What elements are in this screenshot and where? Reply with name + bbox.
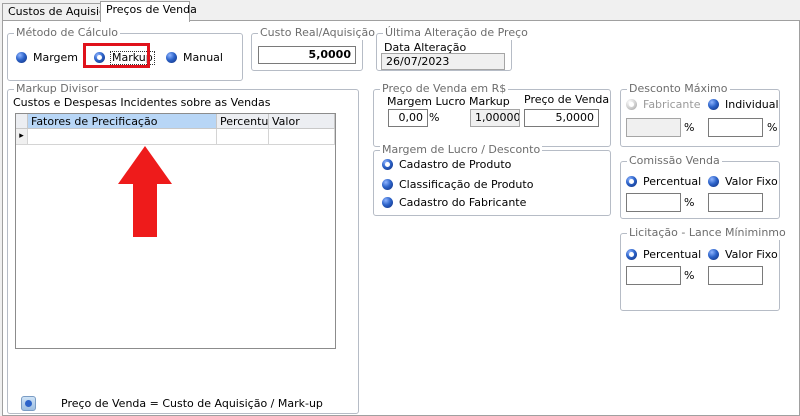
margem-desconto-title: Margem de Lucro / Desconto [380,143,543,157]
radio-cadastro-fabricante[interactable] [382,197,393,208]
tab-strip: Custos de Aquisição Preços de Venda [0,0,800,22]
column-header-percentual[interactable]: Percentual [217,114,269,129]
margem-lucro-field[interactable]: 0,00 [388,109,428,127]
comissao-percentual-field[interactable] [626,193,681,212]
grid-cell-percentual[interactable] [217,129,269,145]
radio-licitacao-percentual[interactable] [626,249,637,260]
markup-divisor-subtitle: Custos e Despesas Incidentes sobre as Ve… [13,96,271,109]
preco-venda-field[interactable]: 5,0000 [524,109,599,127]
radio-margem[interactable] [16,52,27,63]
highlight-box [83,43,150,68]
licitacao-percent-unit: % [684,269,695,282]
radio-manual[interactable] [166,52,177,63]
radio-fabricante[interactable] [626,99,637,110]
markup-field: 1,000000 [470,109,520,127]
licitacao-title: Licitação - Lance Míniminmo [627,226,788,240]
grid-cell-fatores[interactable] [28,129,217,145]
desconto-maximo-title: Desconto Máximo [627,82,730,96]
markup-label: Markup [469,95,510,108]
data-alteracao-field: 26/07/2023 [381,53,505,70]
desconto-fabricante-field [626,118,681,137]
radio-classificacao-produto-label: Classificação de Produto [399,178,534,191]
column-header-valor[interactable]: Valor [269,114,335,129]
radio-cadastro-produto[interactable] [382,159,393,170]
preco-venda-title: Preço de Venda em R$ [380,82,509,96]
radio-classificacao-produto[interactable] [382,179,393,190]
desconto-fabricante-unit: % [684,121,695,134]
radio-cadastro-fabricante-label: Cadastro do Fabricante [399,196,527,209]
radio-individual[interactable] [708,99,719,110]
radio-comissao-valor-fixo[interactable] [708,176,719,187]
radio-individual-label: Individual [725,98,779,111]
markup-divisor-title: Markup Divisor [14,82,101,96]
licitacao-percentual-field[interactable] [626,266,681,285]
row-indicator: ▸ [16,129,28,145]
tab-custos-aquisicao[interactable]: Custos de Aquisição [2,3,119,21]
ultima-alteracao-title: Última Alteração de Preço [383,26,530,40]
tab-precos-venda[interactable]: Preços de Venda [100,1,197,22]
radio-margem-label: Margem [33,51,79,64]
radio-comissao-valor-fixo-label: Valor Fixo [725,175,778,188]
margem-lucro-label: Margem Lucro [387,95,466,108]
radio-licitacao-percentual-label: Percentual [643,248,702,261]
desconto-individual-field[interactable] [708,118,763,137]
desconto-individual-unit: % [767,121,778,134]
radio-manual-label: Manual [183,51,223,64]
comissao-percent-unit: % [684,196,695,209]
preco-venda-label: Preço de Venda [524,93,610,106]
radio-licitacao-valor-fixo-label: Valor Fixo [725,248,778,261]
help-icon[interactable] [21,396,36,411]
custo-real-title: Custo Real/Aquisição [258,26,377,40]
fatores-grid[interactable]: Fatores de Precificação Percentual Valor… [15,113,336,349]
licitacao-valor-fixo-field[interactable] [708,266,763,285]
radio-fabricante-label: Fabricante [643,98,701,111]
radio-cadastro-produto-label: Cadastro de Produto [399,158,512,171]
formula-text: Preço de Venda = Custo de Aquisição / Ma… [61,397,323,410]
radio-comissao-percentual-label: Percentual [643,175,702,188]
grid-cell-valor[interactable] [269,129,335,145]
comissao-valor-fixo-field[interactable] [708,193,763,212]
main-panel: Método de Cálculo Margem Markup Manual C… [2,20,800,416]
comissao-venda-title: Comissão Venda [627,154,722,168]
radio-licitacao-valor-fixo[interactable] [708,249,719,260]
custo-real-field[interactable]: 5,0000 [258,46,356,64]
red-arrow-icon [118,146,172,237]
metodo-calculo-title: Método de Cálculo [14,26,121,40]
margem-percent-unit: % [429,111,440,124]
radio-comissao-percentual[interactable] [626,176,637,187]
column-header-fatores[interactable]: Fatores de Precificação [28,114,217,129]
grid-corner [16,114,28,129]
